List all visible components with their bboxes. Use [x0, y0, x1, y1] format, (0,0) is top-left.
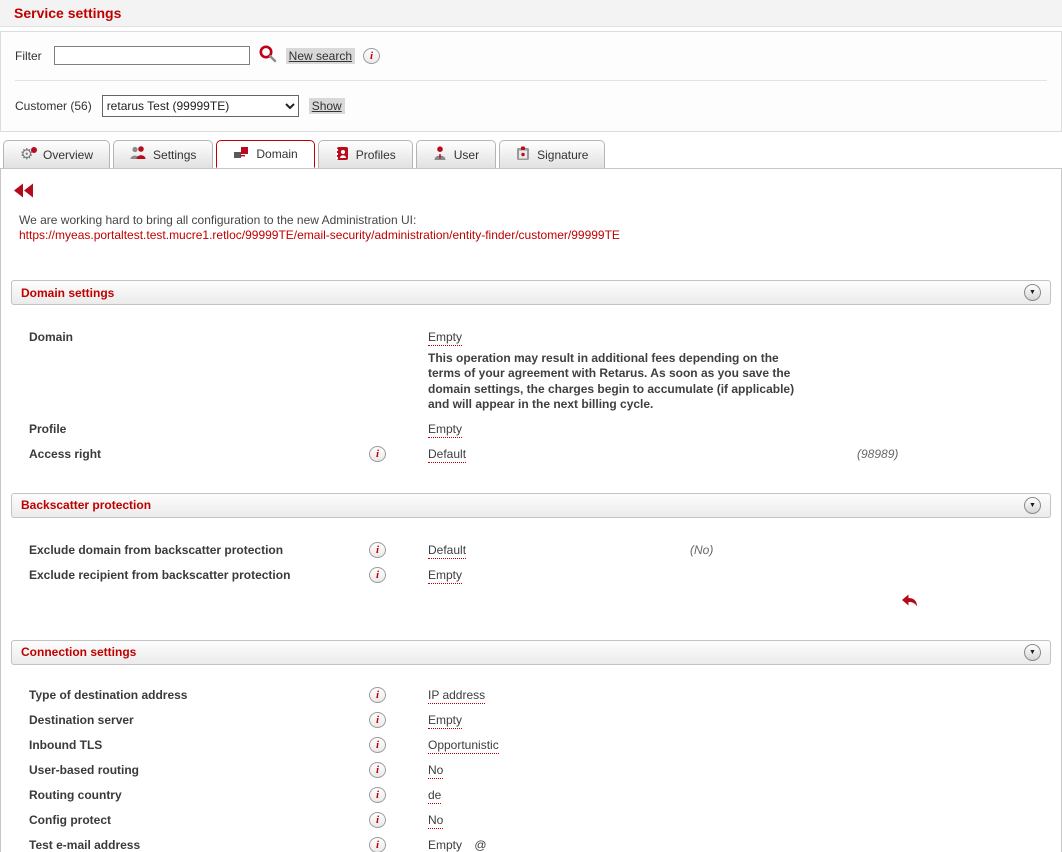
- tab-profiles[interactable]: Profiles: [318, 140, 413, 168]
- domain-icon: [233, 146, 249, 163]
- section-body-connection: Type of destination address IP address D…: [11, 665, 1051, 852]
- setting-row-exclude-recipient: Exclude recipient from backscatter prote…: [11, 563, 1051, 588]
- destination-server-value-link[interactable]: Empty: [428, 713, 462, 729]
- setting-row-routing-country: Routing country de: [11, 783, 1051, 808]
- info-icon[interactable]: [369, 812, 386, 828]
- setting-label: Test e-mail address: [29, 837, 369, 852]
- user-based-routing-value-link[interactable]: No: [428, 763, 443, 779]
- page-title-bar: Service settings: [0, 0, 1062, 27]
- setting-row-config-protect: Config protect No: [11, 808, 1051, 833]
- info-icon[interactable]: [369, 837, 386, 852]
- setting-label: Config protect: [29, 812, 369, 829]
- setting-row-profile: Profile Empty: [11, 417, 1051, 442]
- info-icon[interactable]: [369, 542, 386, 558]
- tab-bar: Overview Settings Domain: [0, 140, 1062, 168]
- setting-label: Type of destination address: [29, 687, 369, 704]
- filter-row: Filter New search: [15, 44, 1047, 67]
- access-right-extra: (98989): [857, 446, 898, 463]
- migration-notice-link[interactable]: https://myeas.portaltest.test.mucre1.ret…: [19, 228, 620, 242]
- setting-label: Exclude domain from backscatter protecti…: [29, 542, 369, 559]
- section-title: Connection settings: [21, 645, 136, 659]
- back-button[interactable]: [13, 183, 35, 203]
- migration-notice-text: We are working hard to bring all configu…: [19, 213, 1051, 228]
- info-icon[interactable]: [369, 787, 386, 803]
- info-icon[interactable]: [369, 712, 386, 728]
- exclude-domain-extra: (No): [690, 542, 713, 559]
- tab-settings[interactable]: Settings: [113, 140, 213, 168]
- undo-row: [11, 592, 1051, 614]
- tab-overview[interactable]: Overview: [3, 140, 110, 168]
- info-icon[interactable]: [369, 687, 386, 703]
- gear-icon: [20, 147, 36, 163]
- profile-value-link[interactable]: Empty: [428, 422, 462, 438]
- tab-user[interactable]: User: [416, 140, 496, 168]
- filter-label: Filter: [15, 49, 42, 63]
- section-body-backscatter: Exclude domain from backscatter protecti…: [11, 518, 1051, 626]
- main-panel: We are working hard to bring all configu…: [0, 168, 1062, 852]
- filter-separator: [15, 80, 1047, 81]
- setting-label: Inbound TLS: [29, 737, 369, 754]
- rewind-icon: [13, 183, 35, 203]
- tab-domain[interactable]: Domain: [216, 140, 314, 168]
- config-protect-value-link[interactable]: No: [428, 813, 443, 829]
- info-icon[interactable]: [369, 567, 386, 583]
- destination-type-value-link[interactable]: IP address: [428, 688, 485, 704]
- section-header-connection: Connection settings: [11, 640, 1051, 665]
- access-right-value-link[interactable]: Default: [428, 447, 466, 463]
- info-icon[interactable]: [369, 762, 386, 778]
- setting-row-test-email: Test e-mail address Empty @: [11, 833, 1051, 852]
- customer-row: Customer (56) retarus Test (99999TE) Sho…: [15, 95, 1047, 117]
- setting-label: Routing country: [29, 787, 369, 804]
- page-title: Service settings: [14, 5, 121, 21]
- customer-select[interactable]: retarus Test (99999TE): [102, 95, 299, 117]
- info-icon[interactable]: [363, 48, 380, 64]
- filter-panel: Filter New search Customer (56) retarus …: [0, 31, 1062, 132]
- setting-row-domain: Domain Empty This operation may result i…: [11, 325, 1051, 417]
- show-button[interactable]: Show: [309, 98, 345, 114]
- search-button[interactable]: [258, 44, 278, 67]
- setting-label: Access right: [29, 446, 369, 463]
- setting-label: User-based routing: [29, 762, 369, 779]
- fees-warning-note: This operation may result in additional …: [428, 351, 796, 413]
- user-icon: [433, 146, 447, 164]
- exclude-domain-value-link[interactable]: Default: [428, 543, 466, 559]
- setting-label: Destination server: [29, 712, 369, 729]
- at-sign-suffix: @: [474, 838, 486, 852]
- setting-label: Domain: [29, 329, 369, 346]
- users-icon: [130, 146, 146, 163]
- migration-notice: We are working hard to bring all configu…: [19, 213, 1051, 243]
- setting-row-user-based-routing: User-based routing No: [11, 758, 1051, 783]
- setting-row-destination-type: Type of destination address IP address: [11, 683, 1051, 708]
- collapse-icon[interactable]: [1024, 284, 1041, 301]
- domain-value-link[interactable]: Empty: [428, 330, 462, 346]
- setting-row-inbound-tls: Inbound TLS Opportunistic: [11, 733, 1051, 758]
- section-title: Backscatter protection: [21, 498, 151, 512]
- section-title: Domain settings: [21, 286, 114, 300]
- setting-row-exclude-domain: Exclude domain from backscatter protecti…: [11, 538, 1051, 563]
- routing-country-value-link[interactable]: de: [428, 788, 441, 804]
- section-body-domain-settings: Domain Empty This operation may result i…: [11, 305, 1051, 479]
- collapse-icon[interactable]: [1024, 497, 1041, 514]
- test-email-value-link[interactable]: Empty: [428, 838, 462, 852]
- setting-label: Profile: [29, 421, 369, 438]
- section-header-domain-settings: Domain settings: [11, 280, 1051, 305]
- search-icon: [258, 44, 278, 67]
- setting-row-access-right: Access right Default (98989): [11, 442, 1051, 467]
- customer-label: Customer (56): [15, 99, 92, 113]
- address-book-icon: [335, 146, 349, 164]
- filter-input[interactable]: [54, 46, 250, 65]
- exclude-recipient-value-link[interactable]: Empty: [428, 568, 462, 584]
- undo-icon: [901, 592, 919, 614]
- info-icon[interactable]: [369, 737, 386, 753]
- tab-signature[interactable]: Signature: [499, 140, 605, 168]
- clipboard-icon: [516, 146, 530, 164]
- new-search-link[interactable]: New search: [286, 48, 355, 64]
- inbound-tls-value-link[interactable]: Opportunistic: [428, 738, 499, 754]
- info-icon[interactable]: [369, 446, 386, 462]
- section-header-backscatter: Backscatter protection: [11, 493, 1051, 518]
- collapse-icon[interactable]: [1024, 644, 1041, 661]
- setting-row-destination-server: Destination server Empty: [11, 708, 1051, 733]
- setting-label: Exclude recipient from backscatter prote…: [29, 567, 369, 584]
- undo-button[interactable]: [901, 592, 919, 614]
